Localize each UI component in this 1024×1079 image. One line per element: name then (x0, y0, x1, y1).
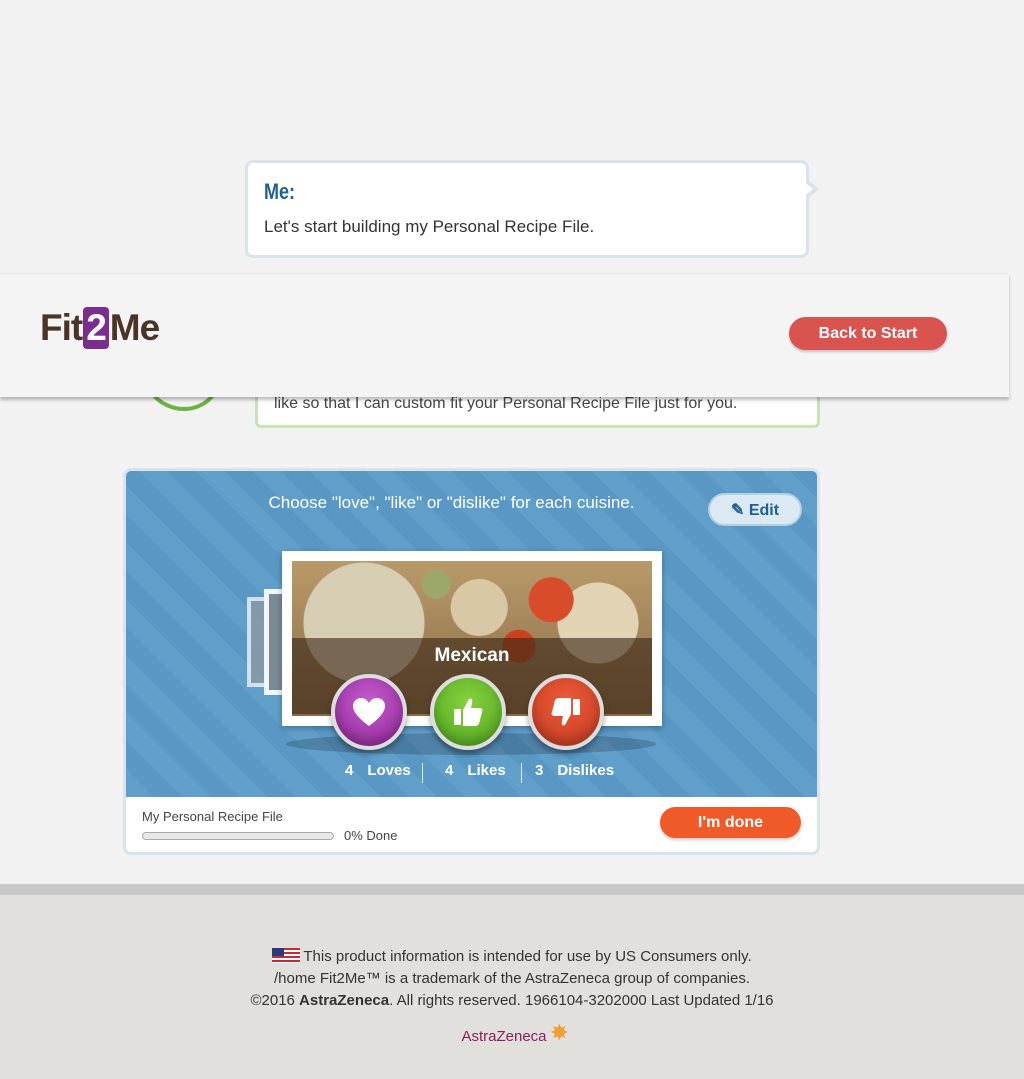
dislikes-count-label: Dislikes (557, 762, 615, 779)
astrazeneca-logo-text: AstraZeneca (461, 1028, 547, 1045)
chat-bubble: Me: Let's start building my Personal Rec… (245, 160, 819, 258)
assistant-message: like so that I can custom fit your Perso… (274, 395, 738, 412)
thumbs-down-icon (551, 698, 580, 726)
dislikes-count-number: 3 (535, 762, 544, 779)
us-flag-icon (272, 948, 301, 963)
edit-button[interactable]: ✎ Edit (708, 493, 802, 526)
counts-divider (521, 763, 522, 783)
fit2me-logo[interactable]: Fit 2 Me (40, 307, 160, 349)
loves-count-number: 4 (345, 762, 354, 779)
likes-count: 4 Likes (445, 762, 506, 779)
like-button[interactable] (430, 674, 506, 750)
progress-label: My Personal Recipe File (142, 809, 283, 824)
heart-icon (353, 698, 385, 726)
loves-count: 4 Loves (345, 762, 411, 779)
footer-line-consumers: This product information is intended for… (0, 946, 1024, 968)
astrazeneca-logo[interactable]: AstraZeneca ✸ (461, 1020, 568, 1045)
cuisine-card: Choose "love", "like" or "dislike" for e… (123, 468, 820, 855)
logo-text-me: Me (109, 307, 160, 348)
back-to-start-button[interactable]: Back to Start (789, 317, 947, 350)
love-button[interactable] (331, 674, 407, 750)
copyright-suffix: . All rights reserved. 1966104-3202000 L… (389, 992, 774, 1009)
progress-area: My Personal Recipe File 0% Done (142, 809, 397, 843)
loves-count-label: Loves (367, 762, 411, 779)
chat-message: Let's start building my Personal Recipe … (264, 217, 595, 236)
likes-count-label: Likes (467, 762, 506, 779)
likes-count-number: 4 (445, 762, 454, 779)
im-done-button[interactable]: I'm done (660, 807, 801, 838)
chat-speaker: Me: (264, 179, 296, 204)
counts-divider (422, 763, 423, 783)
cuisine-panel: Choose "love", "like" or "dislike" for e… (126, 471, 817, 797)
bubble-tail (804, 179, 819, 199)
logo-text-2: 2 (83, 307, 109, 349)
copyright-prefix: ©2016 (250, 992, 300, 1009)
footer-consumers-text: This product information is intended for… (303, 948, 752, 965)
footer-copyright: ©2016 AstraZeneca. All rights reserved. … (0, 990, 1024, 1012)
astrazeneca-symbol-icon: ✸ (550, 1020, 569, 1045)
logo-text-fit: Fit (40, 307, 83, 348)
edit-label: Edit (748, 501, 780, 519)
copyright-brand: AstraZeneca (299, 992, 390, 1009)
thumbs-up-icon (454, 698, 483, 726)
dislike-button[interactable] (528, 674, 604, 750)
site-header: Fit 2 Me Back to Start (0, 273, 1009, 397)
progress-bar (142, 831, 334, 840)
footer-divider (0, 884, 1024, 895)
footer-trademark: /home Fit2Me™ is a trademark of the Astr… (273, 970, 751, 987)
cuisine-name: Mexican (434, 645, 510, 666)
edit-icon: ✎ (730, 501, 745, 519)
progress-percent: 0% Done (344, 828, 398, 843)
site-footer: This product information is intended for… (0, 895, 1024, 1079)
dislikes-count: 3 Dislikes (535, 762, 614, 779)
